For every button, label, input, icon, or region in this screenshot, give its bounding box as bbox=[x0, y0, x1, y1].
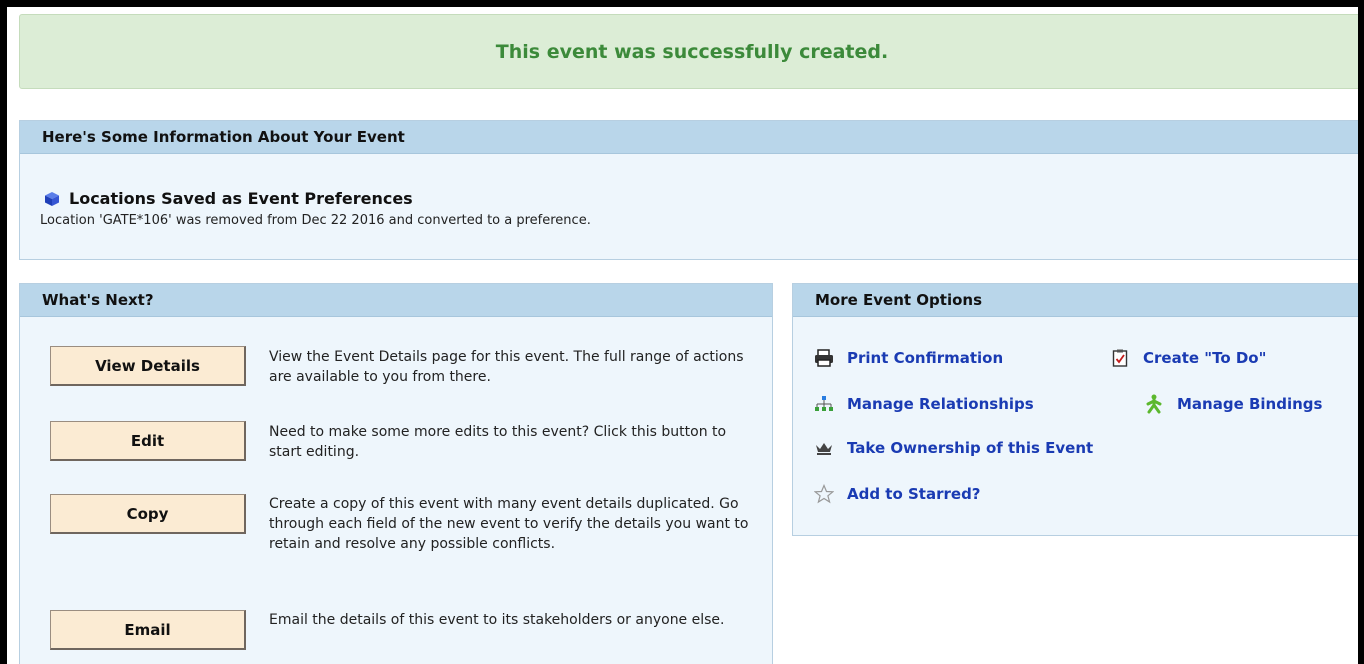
crown-icon bbox=[813, 438, 835, 458]
info-item-title: Locations Saved as Event Preferences bbox=[45, 189, 413, 208]
create-todo-option[interactable]: Create "To Do" bbox=[1109, 348, 1266, 368]
email-description: Email the details of this event to its s… bbox=[269, 612, 725, 628]
view-details-label: View Details bbox=[95, 356, 200, 375]
print-confirmation-link[interactable]: Print Confirmation bbox=[847, 349, 1003, 367]
event-info-header: Here's Some Information About Your Event bbox=[20, 121, 1358, 154]
success-message: This event was successfully created. bbox=[495, 40, 889, 63]
more-options-header: More Event Options bbox=[793, 284, 1358, 317]
checklist-icon bbox=[1109, 348, 1131, 368]
event-info-heading: Here's Some Information About Your Event bbox=[42, 128, 405, 146]
view-details-button[interactable]: View Details bbox=[50, 346, 246, 386]
edit-button[interactable]: Edit bbox=[50, 421, 246, 461]
whats-next-heading: What's Next? bbox=[42, 291, 154, 309]
print-confirmation-option[interactable]: Print Confirmation bbox=[813, 348, 1003, 368]
info-item-title-text: Locations Saved as Event Preferences bbox=[69, 189, 413, 208]
info-item-text: Location 'GATE*106' was removed from Dec… bbox=[40, 213, 591, 228]
whats-next-panel: What's Next? View Details View the Event… bbox=[19, 283, 773, 664]
create-todo-link[interactable]: Create "To Do" bbox=[1143, 349, 1266, 367]
manage-relationships-link[interactable]: Manage Relationships bbox=[847, 395, 1034, 413]
page-frame: This event was successfully created. Her… bbox=[0, 0, 1364, 664]
manage-relationships-option[interactable]: Manage Relationships bbox=[813, 394, 1034, 414]
copy-button[interactable]: Copy bbox=[50, 494, 246, 534]
take-ownership-option[interactable]: Take Ownership of this Event bbox=[813, 438, 1093, 458]
star-outline-icon bbox=[813, 484, 835, 504]
add-to-starred-option[interactable]: Add to Starred? bbox=[813, 484, 981, 504]
more-options-panel: More Event Options Print Confirmation Cr… bbox=[792, 283, 1358, 536]
manage-bindings-option[interactable]: Manage Bindings bbox=[1143, 394, 1322, 414]
add-to-starred-link[interactable]: Add to Starred? bbox=[847, 485, 981, 503]
copy-label: Copy bbox=[126, 504, 169, 523]
whats-next-header: What's Next? bbox=[20, 284, 772, 317]
cube-icon bbox=[45, 191, 59, 206]
printer-icon bbox=[813, 348, 835, 368]
take-ownership-link[interactable]: Take Ownership of this Event bbox=[847, 439, 1093, 457]
copy-description: Create a copy of this event with many ev… bbox=[269, 496, 749, 552]
edit-description: Need to make some more edits to this eve… bbox=[269, 424, 727, 460]
view-details-description: View the Event Details page for this eve… bbox=[269, 349, 744, 385]
binding-icon bbox=[1143, 394, 1165, 414]
success-banner: This event was successfully created. bbox=[19, 14, 1358, 89]
more-options-heading: More Event Options bbox=[815, 291, 983, 309]
hierarchy-icon bbox=[813, 394, 835, 414]
manage-bindings-link[interactable]: Manage Bindings bbox=[1177, 395, 1322, 413]
email-label: Email bbox=[124, 620, 171, 639]
email-button[interactable]: Email bbox=[50, 610, 246, 650]
edit-label: Edit bbox=[130, 431, 165, 450]
